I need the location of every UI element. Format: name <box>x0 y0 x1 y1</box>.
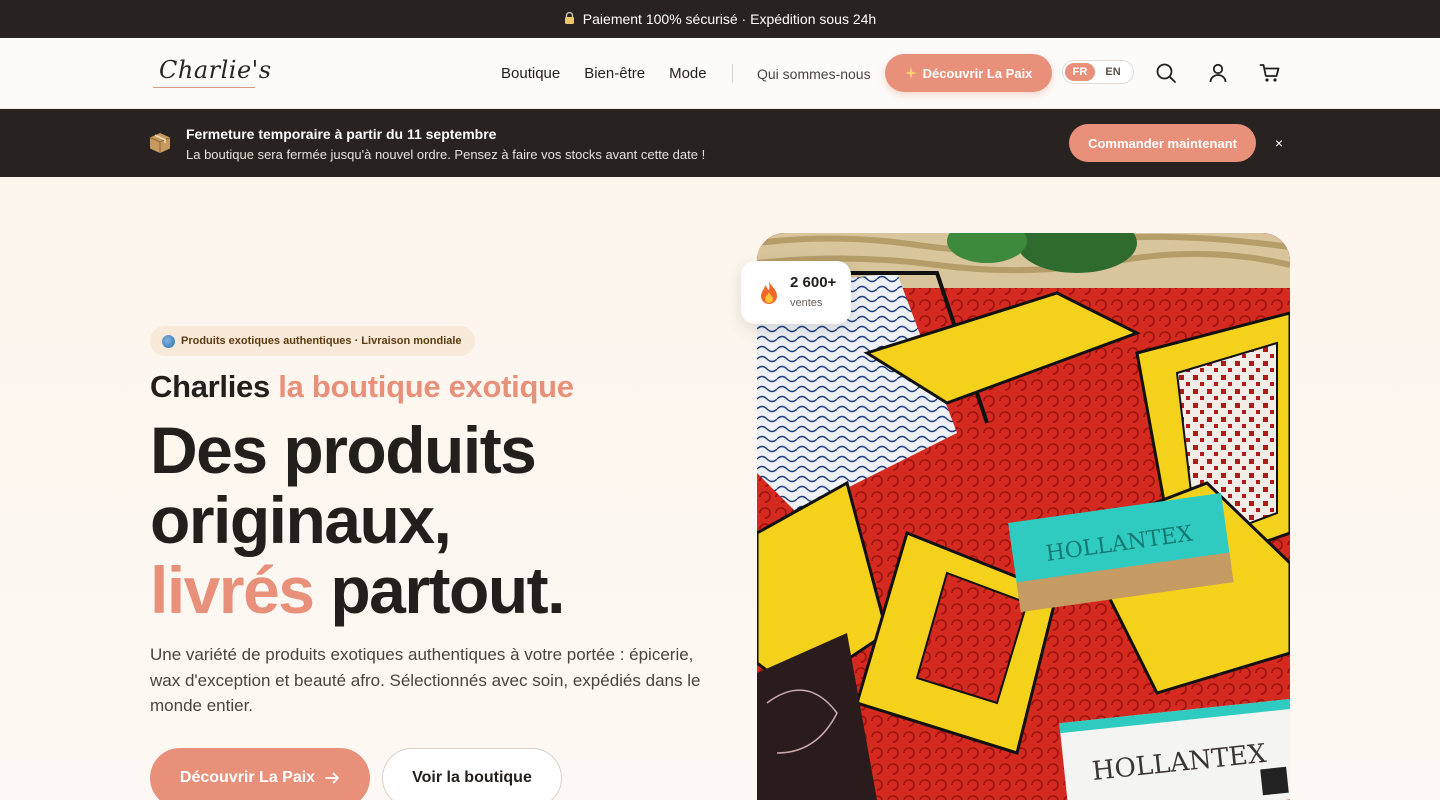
sales-count: 2 600+ <box>790 274 837 291</box>
hero-badge: Produits exotiques authentiques · Livrai… <box>150 326 475 356</box>
logo-underline <box>153 87 255 88</box>
topbar-text: Paiement 100% sécurisé · Expédition sous… <box>582 11 877 27</box>
hero-title-line3: partout. <box>330 553 565 627</box>
nav-divider <box>732 64 733 83</box>
sparkle-icon <box>904 67 917 79</box>
order-now-button[interactable]: Commander maintenant <box>1069 124 1256 162</box>
arrow-right-icon <box>325 772 339 784</box>
hero-description: Une variété de produits exotiques authen… <box>150 645 701 715</box>
lang-en[interactable]: EN <box>1095 66 1131 78</box>
language-switcher[interactable]: FR EN <box>1062 60 1134 84</box>
nav-item-about[interactable]: Qui sommes-nous <box>757 38 871 109</box>
nav-item-boutique[interactable]: Boutique <box>501 65 560 82</box>
header-cta-label: Découvrir La Paix <box>922 65 1033 81</box>
lang-fr[interactable]: FR <box>1065 63 1095 81</box>
hero-title-line1: Des produits <box>150 413 537 487</box>
flame-icon <box>761 281 777 304</box>
site-header: Charlie's Boutique Bien-être Mode Qui so… <box>0 38 1440 109</box>
main-nav: Boutique Bien-être Mode <box>501 38 707 109</box>
header-cta-button[interactable]: Découvrir La Paix <box>885 54 1052 92</box>
account-icon[interactable] <box>1207 62 1229 84</box>
nav-item-mode[interactable]: Mode <box>669 65 707 82</box>
hero-section: Produits exotiques authentiques · Livrai… <box>0 177 1440 800</box>
discover-button[interactable]: Découvrir La Paix <box>150 748 370 800</box>
hero-title-line2: originaux, <box>150 483 452 557</box>
lock-icon <box>564 12 574 24</box>
close-notice-icon[interactable]: × <box>1272 136 1286 150</box>
hero-subtitle: Charlies la boutique exotique <box>150 369 574 405</box>
search-icon[interactable] <box>1155 62 1177 84</box>
closure-notice-bar: Fermeture temporaire à partir du 11 sept… <box>0 109 1440 177</box>
logo-text: Charlie's <box>159 56 272 84</box>
hero-badge-text: Produits exotiques authentiques · Livrai… <box>181 335 462 347</box>
hero-title-accent: livrés <box>150 553 315 627</box>
brand-logo[interactable]: Charlie's <box>153 54 271 94</box>
discover-button-label: Découvrir La Paix <box>179 769 316 786</box>
top-announcement-bar: Paiement 100% sécurisé · Expédition sous… <box>0 0 1440 38</box>
notice-text: La boutique sera fermée jusqu'à nouvel o… <box>186 147 706 162</box>
sales-stat-card: 2 600+ ventes <box>741 261 851 324</box>
cart-icon[interactable] <box>1259 62 1281 84</box>
hero-subtitle-brand: Charlies <box>150 369 270 404</box>
hero-subtitle-accent: la boutique exotique <box>278 369 574 404</box>
notice-title: Fermeture temporaire à partir du 11 sept… <box>186 126 497 142</box>
nav-item-bien-etre[interactable]: Bien-être <box>584 65 645 82</box>
globe-icon <box>162 334 175 348</box>
view-shop-button[interactable]: Voir la boutique <box>382 748 562 800</box>
sales-label: ventes <box>790 297 823 309</box>
package-icon <box>149 133 171 153</box>
hero-title: Des produits originaux, livrés partout. <box>150 413 565 627</box>
